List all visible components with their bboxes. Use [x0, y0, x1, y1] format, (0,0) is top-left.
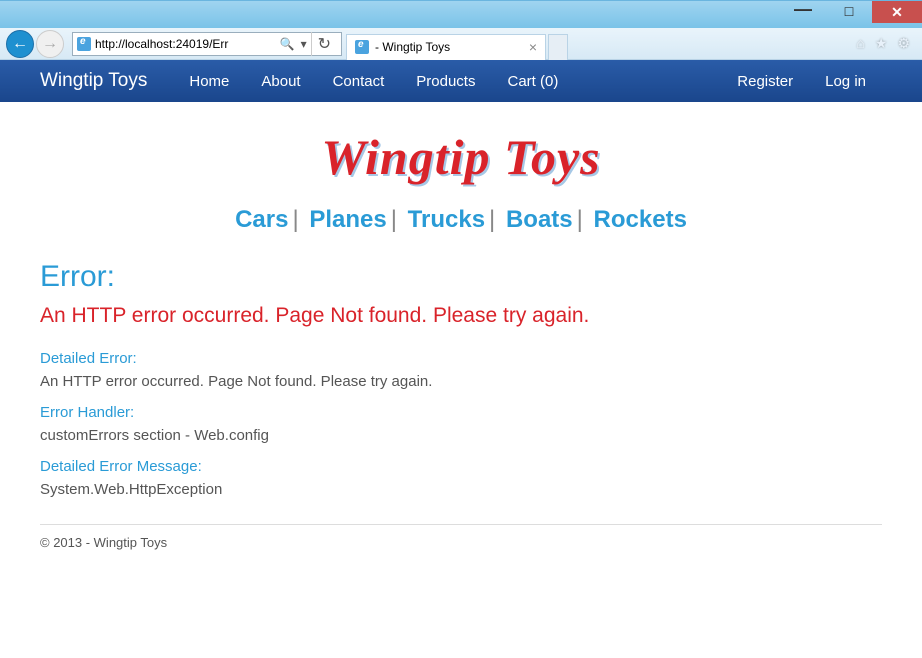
- browser-toolbar: ← → http://localhost:24019/Err 🔍 ▾ ↻ - W…: [0, 28, 922, 60]
- tab-close-button[interactable]: ×: [529, 39, 537, 55]
- nav-home[interactable]: Home: [189, 73, 229, 90]
- cat-trucks[interactable]: Trucks: [408, 206, 485, 233]
- error-title: Error:: [40, 260, 882, 294]
- error-message: An HTTP error occurred. Page Not found. …: [40, 304, 882, 328]
- category-nav: Cars| Planes| Trucks| Boats| Rockets: [40, 206, 882, 234]
- page-content: Wingtip Toys Cars| Planes| Trucks| Boats…: [0, 102, 922, 562]
- window-minimize-button[interactable]: —: [780, 1, 826, 23]
- new-tab-button[interactable]: [548, 34, 568, 60]
- cat-rockets[interactable]: Rockets: [594, 206, 687, 233]
- back-button[interactable]: ←: [6, 30, 34, 58]
- error-handler-value: customErrors section - Web.config: [40, 427, 882, 444]
- nav-register[interactable]: Register: [737, 73, 793, 90]
- nav-products[interactable]: Products: [416, 73, 475, 90]
- nav-login[interactable]: Log in: [825, 73, 866, 90]
- window-maximize-button[interactable]: ☐: [826, 1, 872, 23]
- divider: [40, 524, 882, 525]
- site-navbar: Wingtip Toys Home About Contact Products…: [0, 60, 922, 102]
- detailed-message-label: Detailed Error Message:: [40, 458, 882, 475]
- nav-about[interactable]: About: [261, 73, 300, 90]
- ie-icon: [355, 40, 369, 54]
- arrow-right-icon: →: [42, 36, 58, 52]
- cat-boats[interactable]: Boats: [506, 206, 573, 233]
- cat-planes[interactable]: Planes: [309, 206, 386, 233]
- url-text: http://localhost:24019/Err: [95, 37, 272, 51]
- command-bar: ⌂ ★ ⚙: [856, 35, 916, 52]
- nav-contact[interactable]: Contact: [333, 73, 385, 90]
- favorites-icon[interactable]: ★: [875, 35, 888, 52]
- browser-tab[interactable]: - Wingtip Toys ×: [346, 34, 546, 60]
- ie-icon: [77, 37, 91, 51]
- forward-button[interactable]: →: [36, 30, 64, 58]
- footer-text: © 2013 - Wingtip Toys: [40, 535, 882, 550]
- nav-cart[interactable]: Cart (0): [507, 73, 558, 90]
- address-bar[interactable]: http://localhost:24019/Err 🔍 ▾ ↻: [72, 32, 342, 56]
- window-titlebar: — ☐ ✕: [0, 0, 922, 28]
- refresh-button[interactable]: ↻: [311, 32, 337, 56]
- brand[interactable]: Wingtip Toys: [40, 70, 147, 92]
- detailed-message-value: System.Web.HttpException: [40, 481, 882, 498]
- error-handler-label: Error Handler:: [40, 404, 882, 421]
- tab-title: - Wingtip Toys: [375, 40, 450, 54]
- dropdown-icon[interactable]: ▾: [301, 37, 307, 51]
- site-logo: Wingtip Toys: [40, 128, 882, 186]
- arrow-left-icon: ←: [12, 36, 28, 52]
- detailed-error-value: An HTTP error occurred. Page Not found. …: [40, 373, 882, 390]
- cat-cars[interactable]: Cars: [235, 206, 288, 233]
- window-close-button[interactable]: ✕: [872, 1, 922, 23]
- home-icon[interactable]: ⌂: [856, 35, 864, 52]
- detailed-error-label: Detailed Error:: [40, 350, 882, 367]
- settings-icon[interactable]: ⚙: [897, 35, 910, 52]
- search-icon[interactable]: 🔍: [280, 37, 295, 51]
